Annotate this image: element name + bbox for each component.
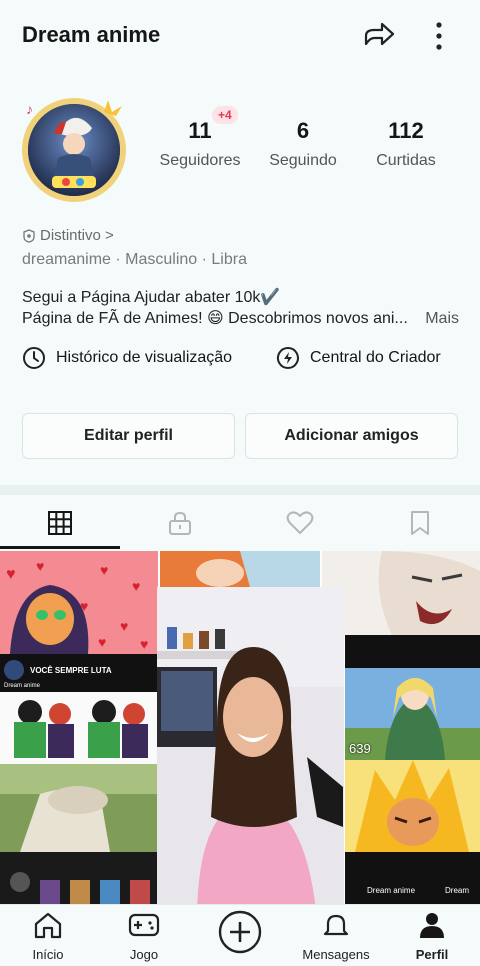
svg-text:♥: ♥ xyxy=(120,618,128,634)
video-thumbnail[interactable] xyxy=(345,760,480,852)
lock-icon xyxy=(169,511,191,535)
profile-links: Histórico de visualização Central do Cri… xyxy=(22,346,462,376)
active-tab-indicator xyxy=(0,546,120,549)
video-thumbnail[interactable]: ♥ ♥ ♥ ♥ ♥ ♥ ♥ ♥ xyxy=(0,551,158,654)
history-link[interactable]: Histórico de visualização xyxy=(22,346,232,370)
thumbnail-art-hearts: ♥ ♥ ♥♥ ♥♥ ♥ ♥ xyxy=(0,551,158,654)
following-count: 6 xyxy=(296,118,310,143)
profile-title: Dream anime xyxy=(22,22,161,47)
tab-saved[interactable] xyxy=(360,495,480,551)
thumbnail-art-characters xyxy=(0,852,158,907)
video-thumbnail[interactable] xyxy=(322,551,480,635)
nav-messages[interactable]: Mensagens xyxy=(288,911,384,962)
more-options-icon[interactable] xyxy=(428,20,450,52)
thumbnail-art-laughing xyxy=(322,551,480,635)
bio-line-2: Página de FÃ de Animes! 😄 Descobrimos no… xyxy=(22,310,408,327)
profile-meta: dreamanime · Masculino · Libra xyxy=(22,251,247,268)
followers-label: Seguidores xyxy=(159,152,241,169)
following-stat[interactable]: 6 Seguindo xyxy=(248,118,358,170)
content-tabs xyxy=(0,495,480,551)
thumbnail-art-robin xyxy=(0,692,158,764)
bookmark-icon xyxy=(411,511,429,535)
followers-count: 11 xyxy=(188,118,212,143)
nav-home[interactable]: Início xyxy=(0,911,96,962)
nav-profile-label: Perfil xyxy=(415,947,449,962)
distintivo-label: Distintivo > xyxy=(40,227,114,244)
tab-private[interactable] xyxy=(120,495,240,551)
bottom-navigation: Início Jogo Mensagens Perfil xyxy=(0,904,480,966)
creator-center-link[interactable]: Central do Criador xyxy=(276,346,441,370)
likes-count: 112 xyxy=(388,118,424,143)
thumbnail-art-super-saiyan xyxy=(345,760,480,852)
section-divider xyxy=(0,485,480,495)
video-thumbnail[interactable] xyxy=(0,852,158,907)
person-icon xyxy=(420,913,444,938)
tab-videos[interactable] xyxy=(0,495,120,551)
profile-bio: Segui a Página Ajudar abater 10k✔️ Págin… xyxy=(22,287,462,329)
likes-stat[interactable]: 112 Curtidas xyxy=(351,118,461,170)
caption-luta: VOCÊ SEMPRE LUTA xyxy=(30,666,112,675)
thumbnail-art-orange-hair xyxy=(160,551,320,587)
avatar[interactable]: ♪ xyxy=(18,92,130,204)
svg-text:♥: ♥ xyxy=(36,558,44,574)
video-thumbnail[interactable] xyxy=(345,635,480,668)
badge-icon xyxy=(23,228,35,243)
share-icon[interactable] xyxy=(362,18,396,52)
plus-icon xyxy=(218,910,262,954)
likes-label: Curtidas xyxy=(376,152,436,169)
channel-avatar xyxy=(4,660,24,680)
channel-name: Dream anime xyxy=(4,683,41,689)
bio-line-1: Segui a Página Ajudar abater 10k✔️ xyxy=(22,289,281,306)
distintivo-link[interactable]: Distintivo > xyxy=(22,227,114,244)
svg-text:♥: ♥ xyxy=(132,578,140,594)
channel-name: Dream anime xyxy=(367,886,416,895)
add-friends-button[interactable]: Adicionar amigos xyxy=(245,413,458,459)
gamepad-icon xyxy=(128,913,160,937)
lightning-icon xyxy=(276,347,299,369)
channel-name-short: Dream xyxy=(445,886,470,895)
video-frame-streamer xyxy=(157,587,344,921)
thumbnail-art-fist xyxy=(0,764,158,852)
grid-icon xyxy=(48,511,72,535)
nav-home-label: Início xyxy=(32,947,64,962)
svg-text:♥: ♥ xyxy=(140,636,148,652)
svg-text:♥: ♥ xyxy=(100,562,108,578)
history-label: Histórico de visualização xyxy=(56,349,233,366)
home-icon xyxy=(34,912,62,939)
nav-game[interactable]: Jogo xyxy=(96,911,192,962)
heart-icon xyxy=(286,511,314,534)
video-thumbnail[interactable]: Dream anime Dream xyxy=(345,852,480,907)
clock-icon xyxy=(23,347,45,369)
video-thumbnail[interactable] xyxy=(0,764,158,852)
nav-messages-label: Mensagens xyxy=(302,947,370,962)
video-thumbnail[interactable]: VOCÊ SEMPRE LUTA Dream anime xyxy=(0,654,158,692)
video-thumbnail[interactable]: 639 xyxy=(345,668,480,760)
top-bar: Dream anime xyxy=(0,0,480,72)
floating-video-preview[interactable] xyxy=(157,587,344,921)
nav-game-label: Jogo xyxy=(129,947,159,962)
video-thumbnail[interactable] xyxy=(0,692,158,764)
nav-create[interactable] xyxy=(192,909,288,960)
svg-text:♪: ♪ xyxy=(26,101,33,117)
edit-profile-button[interactable]: Editar perfil xyxy=(22,413,235,459)
tab-liked[interactable] xyxy=(240,495,360,551)
view-count: 639 xyxy=(349,741,371,756)
svg-text:♥: ♥ xyxy=(6,566,16,583)
following-label: Seguindo xyxy=(269,152,337,169)
svg-text:♥: ♥ xyxy=(98,634,106,650)
nav-profile[interactable]: Perfil xyxy=(384,911,480,962)
bell-icon xyxy=(323,914,349,936)
followers-stat[interactable]: 11 Seguidores xyxy=(145,118,255,170)
creator-center-label: Central do Criador xyxy=(310,349,441,366)
bio-more-link[interactable]: Mais xyxy=(425,308,459,329)
video-thumbnail[interactable] xyxy=(160,551,320,587)
